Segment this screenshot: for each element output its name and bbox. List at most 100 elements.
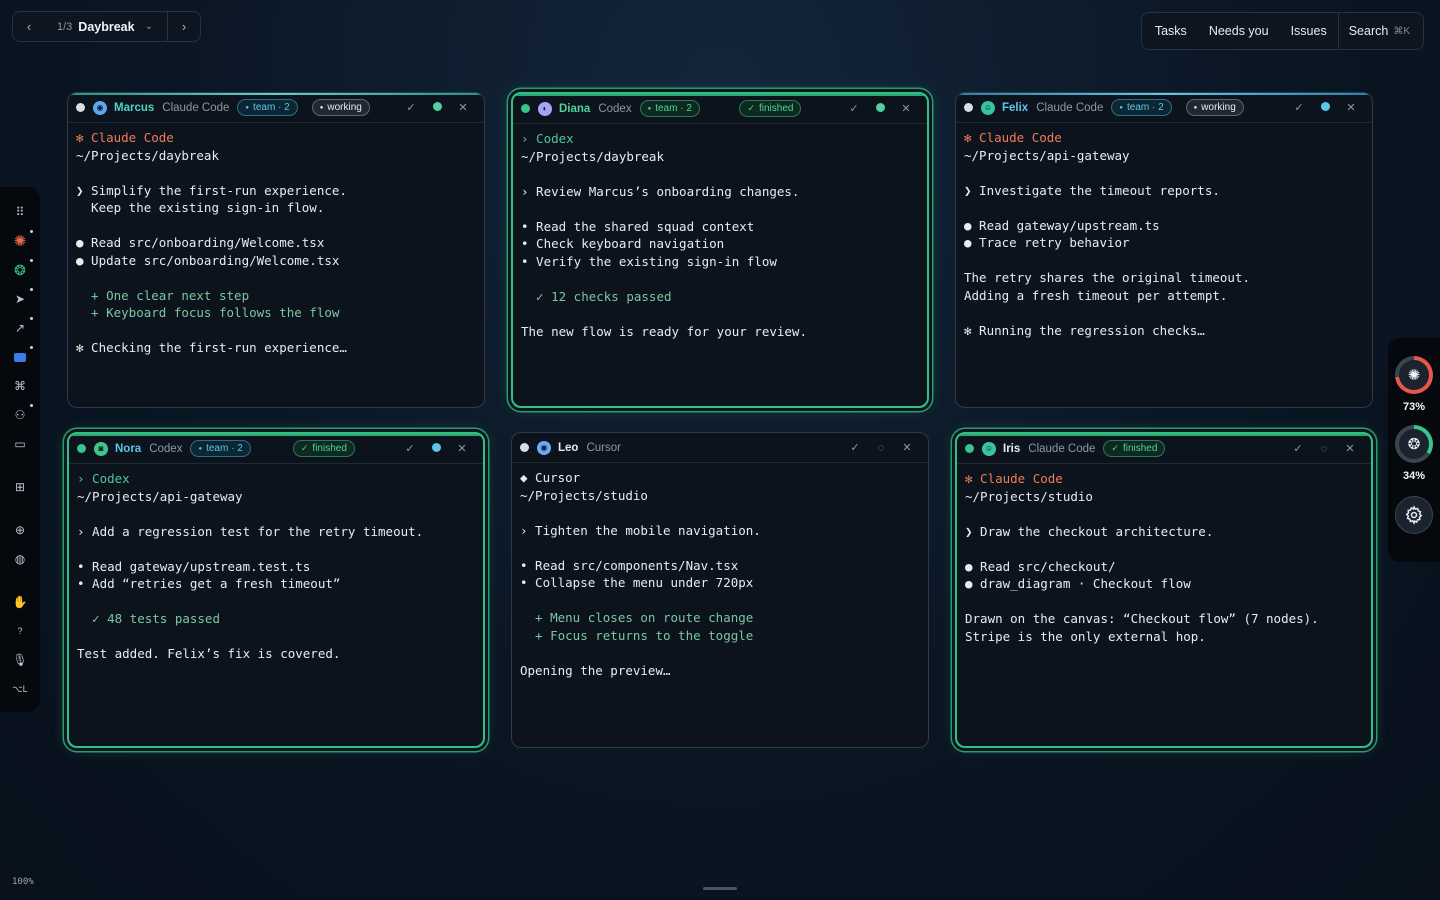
chat-icon[interactable] [9, 346, 33, 368]
ghost-avatar-icon: ◐ [538, 101, 552, 116]
agent-card-diana[interactable]: ◐ Diana Codex team · 2 finished ✓ ✕ › Co… [511, 92, 929, 408]
agent-tool: Claude Code [162, 101, 230, 114]
check-icon[interactable]: ✓ [1285, 442, 1311, 455]
terminal-line: ~/Projects/api-gateway [964, 147, 1130, 163]
agent-name: Diana [559, 102, 591, 115]
terminal-line: ✻ Claude Code [76, 130, 174, 145]
shortcut-icon[interactable]: ⌥L [9, 678, 31, 700]
agent-tool: Codex [149, 442, 183, 455]
terminal-output: › Codex ~/Projects/api-gateway › Add a reg… [69, 464, 483, 669]
terminal-line: + One clear next step [76, 287, 250, 303]
close-icon[interactable]: ✕ [450, 101, 476, 114]
openai-icon: ❂ [1399, 429, 1429, 459]
check-icon[interactable]: ✓ [398, 101, 424, 114]
usage-panel: ✺ 73% ❂ 34% [1388, 338, 1440, 562]
hand-icon[interactable]: ✋ [9, 591, 31, 613]
terminal-line: The new flow is ready for your review. [521, 323, 807, 339]
check-icon[interactable]: ✓ [397, 442, 423, 455]
terminal-line: ❯ Simplify the first-run experience. [76, 182, 347, 198]
robot-avatar-icon: ◉ [537, 440, 551, 455]
terminal-output: › Codex ~/Projects/daybreak › Review Marcu… [513, 124, 927, 346]
openai-icon[interactable]: ❂ [9, 259, 33, 281]
status-badge: working [1185, 99, 1244, 116]
terminal-line: ● Read src/checkout/ [965, 558, 1116, 574]
robot-avatar-icon: ◉ [93, 100, 107, 115]
microphone-icon[interactable]: 🎙︎ [9, 649, 31, 671]
chevron-down-icon: ⌄ [144, 21, 153, 32]
nav-tasks[interactable]: Tasks [1142, 24, 1198, 38]
nav-needs-you[interactable]: Needs you [1198, 24, 1280, 38]
agent-name: Felix [1002, 101, 1029, 114]
close-icon[interactable]: ✕ [894, 441, 920, 454]
terminal-line: › Codex [77, 471, 130, 486]
agent-card-felix[interactable]: ☺ Felix Claude Code team · 2 working ✓ ✕… [955, 92, 1373, 408]
agent-name: Marcus [114, 101, 155, 114]
next-workspace-button[interactable]: › [168, 19, 200, 34]
agent-name: Leo [558, 441, 579, 454]
zoom-level: 100% [12, 877, 34, 887]
agent-card-iris[interactable]: ☺ Iris Claude Code finished ✓ ◌ ✕ ✻ Clau… [955, 432, 1373, 748]
terminal-line: • Read gateway/upstream.test.ts [77, 558, 311, 574]
folder-icon[interactable]: ▭ [9, 433, 31, 455]
openai-usage-ring[interactable]: ❂ [1395, 425, 1433, 463]
status-dot [76, 103, 85, 112]
drag-handle-icon[interactable]: ⠿ [9, 201, 31, 223]
globe-icon[interactable]: ⊕ [9, 519, 31, 541]
claude-icon: ✺ [1399, 360, 1429, 390]
nav-issues[interactable]: Issues [1280, 24, 1338, 38]
command-icon[interactable]: ⌘ [9, 375, 31, 397]
close-icon[interactable]: ✕ [449, 442, 475, 455]
smile-avatar-icon: ☺ [982, 441, 996, 456]
search-button[interactable]: Search ⌘K [1337, 13, 1423, 49]
grid-icon[interactable]: ⊞ [9, 476, 31, 498]
agent-name: Nora [115, 442, 142, 455]
agent-card-leo[interactable]: ◉ Leo Cursor ✓ ◌ ✕ ◆ Cursor ~/Projects/st… [511, 432, 929, 748]
status-dot [520, 443, 529, 452]
close-icon[interactable]: ✕ [1337, 442, 1363, 455]
agent-name: Iris [1003, 442, 1021, 455]
active-indicator [424, 101, 450, 114]
team-badge[interactable]: team · 2 [237, 99, 298, 116]
cursor-icon[interactable]: ➤ [9, 288, 33, 310]
claude-icon[interactable]: ✺ [9, 230, 33, 252]
help-icon[interactable]: ? [9, 620, 31, 642]
people-icon[interactable]: ⚇ [9, 404, 33, 426]
settings-button[interactable] [1395, 496, 1433, 534]
claude-usage-percent: 73% [1402, 401, 1426, 413]
agent-card-marcus[interactable]: ◉ Marcus Claude Code team · 2 working ✓ … [67, 92, 485, 408]
check-icon[interactable]: ✓ [842, 441, 868, 454]
workspace-menu[interactable]: 1/3 Daybreak ⌄ [45, 12, 168, 41]
card-header: ◉ Leo Cursor ✓ ◌ ✕ [512, 433, 928, 463]
workspace-counter: 1/3 [57, 20, 73, 33]
close-icon[interactable]: ✕ [1338, 101, 1364, 114]
agent-icon[interactable]: ↗ [9, 317, 33, 339]
palette-icon[interactable]: ◍ [9, 548, 31, 570]
top-nav: Tasks Needs you Issues Search ⌘K [1140, 12, 1424, 50]
check-icon[interactable]: ✓ [841, 102, 867, 115]
status-badge: finished [292, 440, 355, 457]
team-badge[interactable]: team · 2 [639, 100, 700, 117]
team-badge[interactable]: team · 2 [1111, 99, 1172, 116]
check-icon[interactable]: ✓ [1286, 101, 1312, 114]
claude-usage-ring[interactable]: ✺ [1395, 356, 1433, 394]
prev-workspace-button[interactable]: ‹ [13, 19, 45, 34]
team-badge[interactable]: team · 2 [190, 440, 251, 457]
agent-tool: Claude Code [1036, 101, 1104, 114]
close-icon[interactable]: ✕ [893, 102, 919, 115]
terminal-line: Test added. Felix’s fix is covered. [77, 646, 341, 661]
terminal-line: ◆ Cursor [520, 470, 581, 485]
terminal-line: ❯ Draw the checkout architecture. [965, 523, 1214, 539]
terminal-output: ✻ Claude Code ~/Projects/studio ❯ Draw the… [957, 464, 1371, 651]
agent-card-nora[interactable]: ◙ Nora Codex team · 2 finished ✓ ✕ › Cod… [67, 432, 485, 748]
terminal-line: ✻ Claude Code [964, 130, 1062, 145]
terminal-line: • Check keyboard navigation [521, 236, 725, 251]
bottom-drag-handle[interactable] [703, 887, 737, 890]
